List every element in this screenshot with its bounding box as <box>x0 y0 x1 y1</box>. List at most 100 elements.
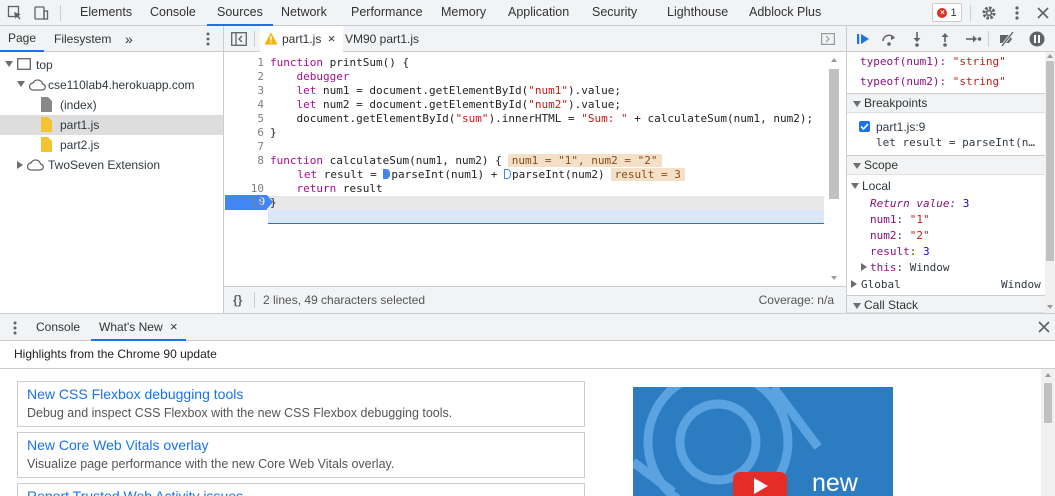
tree-item-extension[interactable]: TwoSeven Extension <box>0 155 223 175</box>
video-caption: new <box>812 469 858 496</box>
current-line-highlight <box>268 210 824 224</box>
line-number: 8 <box>257 154 264 167</box>
pause-on-exceptions-icon[interactable] <box>1028 30 1046 48</box>
tree-item-index[interactable]: (index) <box>0 95 223 115</box>
code-line: } <box>270 196 277 209</box>
deactivate-breakpoints-icon[interactable] <box>998 30 1016 48</box>
whats-new-video-thumbnail[interactable]: new <box>633 387 893 496</box>
more-tabs-chevron-icon[interactable]: » <box>125 26 133 52</box>
whats-new-card[interactable]: Report Trusted Web Activity issues <box>17 483 585 496</box>
step-over-icon[interactable] <box>880 30 898 48</box>
sidebar-scrollbar[interactable] <box>1045 52 1055 313</box>
navigator-menu-icon[interactable] <box>206 32 210 46</box>
scope-section-header[interactable]: Scope <box>847 155 1047 175</box>
close-drawer-icon[interactable] <box>1038 321 1050 333</box>
tree-item-part1-js[interactable]: part1.js <box>0 115 223 135</box>
tree-label: TwoSeven Extension <box>48 158 161 172</box>
breakpoint-code: let result = parseInt(n… <box>876 136 1035 149</box>
tab-sources[interactable]: Sources <box>207 0 273 26</box>
error-count: 1 <box>950 6 957 19</box>
more-options-icon[interactable] <box>1008 4 1026 22</box>
line-number: 4 <box>257 98 264 111</box>
editor-scrollbar[interactable] <box>828 53 840 286</box>
inline-value: num1 = "1", num2 = "2" <box>507 154 662 167</box>
card-title-link[interactable]: New CSS Flexbox debugging tools <box>27 386 243 402</box>
step-icon[interactable] <box>964 30 982 48</box>
tab-part1-js[interactable]: part1.js × <box>260 26 344 52</box>
sources-navigator: Page Filesystem » top cse110lab4.herokua… <box>0 26 224 313</box>
tab-console[interactable]: Console <box>150 0 196 26</box>
toggle-debugger-icon[interactable] <box>821 33 835 45</box>
source-editor: part1.js × VM90 part1.js 9 1 2 3 4 5 6 7… <box>224 26 846 313</box>
drawer-menu-icon[interactable] <box>13 321 17 335</box>
code-line: } <box>270 126 277 139</box>
scope-global[interactable]: Global <box>851 278 901 292</box>
scope-var-this[interactable]: this: Window <box>861 261 950 275</box>
js-file-icon <box>41 117 52 132</box>
tab-application[interactable]: Application <box>508 0 569 26</box>
line-number: 2 <box>257 70 264 83</box>
tab-vm90-part1-js[interactable]: VM90 part1.js <box>345 26 419 52</box>
debugger-toolbar <box>847 26 1055 52</box>
card-description: Visualize page performance with the new … <box>27 457 395 471</box>
tab-security[interactable]: Security <box>592 0 637 26</box>
devtools-main-toolbar: Elements Console Sources Network Perform… <box>0 0 1055 26</box>
toggle-navigator-icon[interactable] <box>231 32 247 46</box>
expand-arrow-icon <box>851 183 859 189</box>
error-count-badge[interactable]: × 1 <box>932 3 962 22</box>
editor-tabs: part1.js × VM90 part1.js <box>224 26 846 52</box>
breakpoint-checkbox[interactable] <box>859 121 870 132</box>
tab-lighthouse[interactable]: Lighthouse <box>667 0 728 26</box>
warning-icon <box>264 32 278 45</box>
whats-new-card[interactable]: New CSS Flexbox debugging tools Debug an… <box>17 381 585 427</box>
watch-expression[interactable]: typeof(num2): "string" <box>860 75 1006 89</box>
inspect-element-icon[interactable] <box>6 4 24 22</box>
tree-label: (index) <box>60 98 97 112</box>
card-title-link[interactable]: New Core Web Vitals overlay <box>27 437 209 453</box>
expand-arrow-icon <box>17 81 25 87</box>
drawer-scrollbar[interactable] <box>1041 369 1055 496</box>
scope-local[interactable]: Local <box>851 179 891 193</box>
settings-gear-icon[interactable] <box>980 4 998 22</box>
code-line: function calculateSum(num1, num2) {num1 … <box>270 154 662 168</box>
document-file-icon <box>41 97 52 112</box>
step-out-icon[interactable] <box>936 30 954 48</box>
pretty-print-icon[interactable]: {} <box>233 293 242 307</box>
code-area[interactable]: 9 1 2 3 4 5 6 7 8 10 11 function printSu… <box>224 53 846 286</box>
line-number-gutter[interactable]: 1 2 3 4 5 6 7 8 10 11 <box>224 53 268 286</box>
debugger-sidebar: typeof(num1): "string" typeof(num2): "st… <box>846 26 1055 313</box>
inline-value: result = 3 <box>610 168 685 181</box>
tab-performance[interactable]: Performance <box>351 0 423 26</box>
drawer-tab-console[interactable]: Console <box>36 314 80 341</box>
error-icon: × <box>937 7 948 18</box>
step-into-icon[interactable] <box>908 30 926 48</box>
tab-elements[interactable]: Elements <box>80 0 132 26</box>
tab-filesystem[interactable]: Filesystem <box>54 26 111 52</box>
watch-expression[interactable]: typeof(num1): "string" <box>860 55 1006 69</box>
scope-var-result: result: 3 <box>870 245 930 258</box>
tab-memory[interactable]: Memory <box>441 0 486 26</box>
drawer-panel: Console What's New × Highlights from the… <box>0 313 1055 496</box>
breakpoints-section-header[interactable]: Breakpoints <box>847 93 1047 113</box>
tree-label: part1.js <box>60 118 100 132</box>
tree-item-top[interactable]: top <box>0 55 223 75</box>
close-tab-icon[interactable]: × <box>170 319 178 334</box>
tab-page[interactable]: Page <box>0 26 45 52</box>
tree-label: top <box>36 58 53 72</box>
tree-item-part2-js[interactable]: part2.js <box>0 135 223 155</box>
card-description: Debug and inspect CSS Flexbox with the n… <box>27 406 453 420</box>
whats-new-card[interactable]: New Core Web Vitals overlay Visualize pa… <box>17 432 585 478</box>
tab-adblock-plus[interactable]: Adblock Plus <box>749 0 821 26</box>
close-devtools-icon[interactable] <box>1034 4 1052 22</box>
resume-icon[interactable] <box>854 30 872 48</box>
breakpoint-location: part1.js:9 <box>876 120 926 134</box>
device-toolbar-icon[interactable] <box>32 4 50 22</box>
call-stack-section-header[interactable]: Call Stack <box>847 295 1047 313</box>
code-line: let num2 = document.getElementById("num2… <box>296 98 622 111</box>
card-title-link[interactable]: Report Trusted Web Activity issues <box>27 488 243 496</box>
tab-network[interactable]: Network <box>281 0 327 26</box>
tree-item-domain[interactable]: cse110lab4.herokuapp.com <box>0 75 223 95</box>
drawer-tab-whats-new[interactable]: What's New × <box>91 314 186 341</box>
close-tab-icon[interactable]: × <box>328 31 336 46</box>
code-line: debugger <box>296 70 350 83</box>
